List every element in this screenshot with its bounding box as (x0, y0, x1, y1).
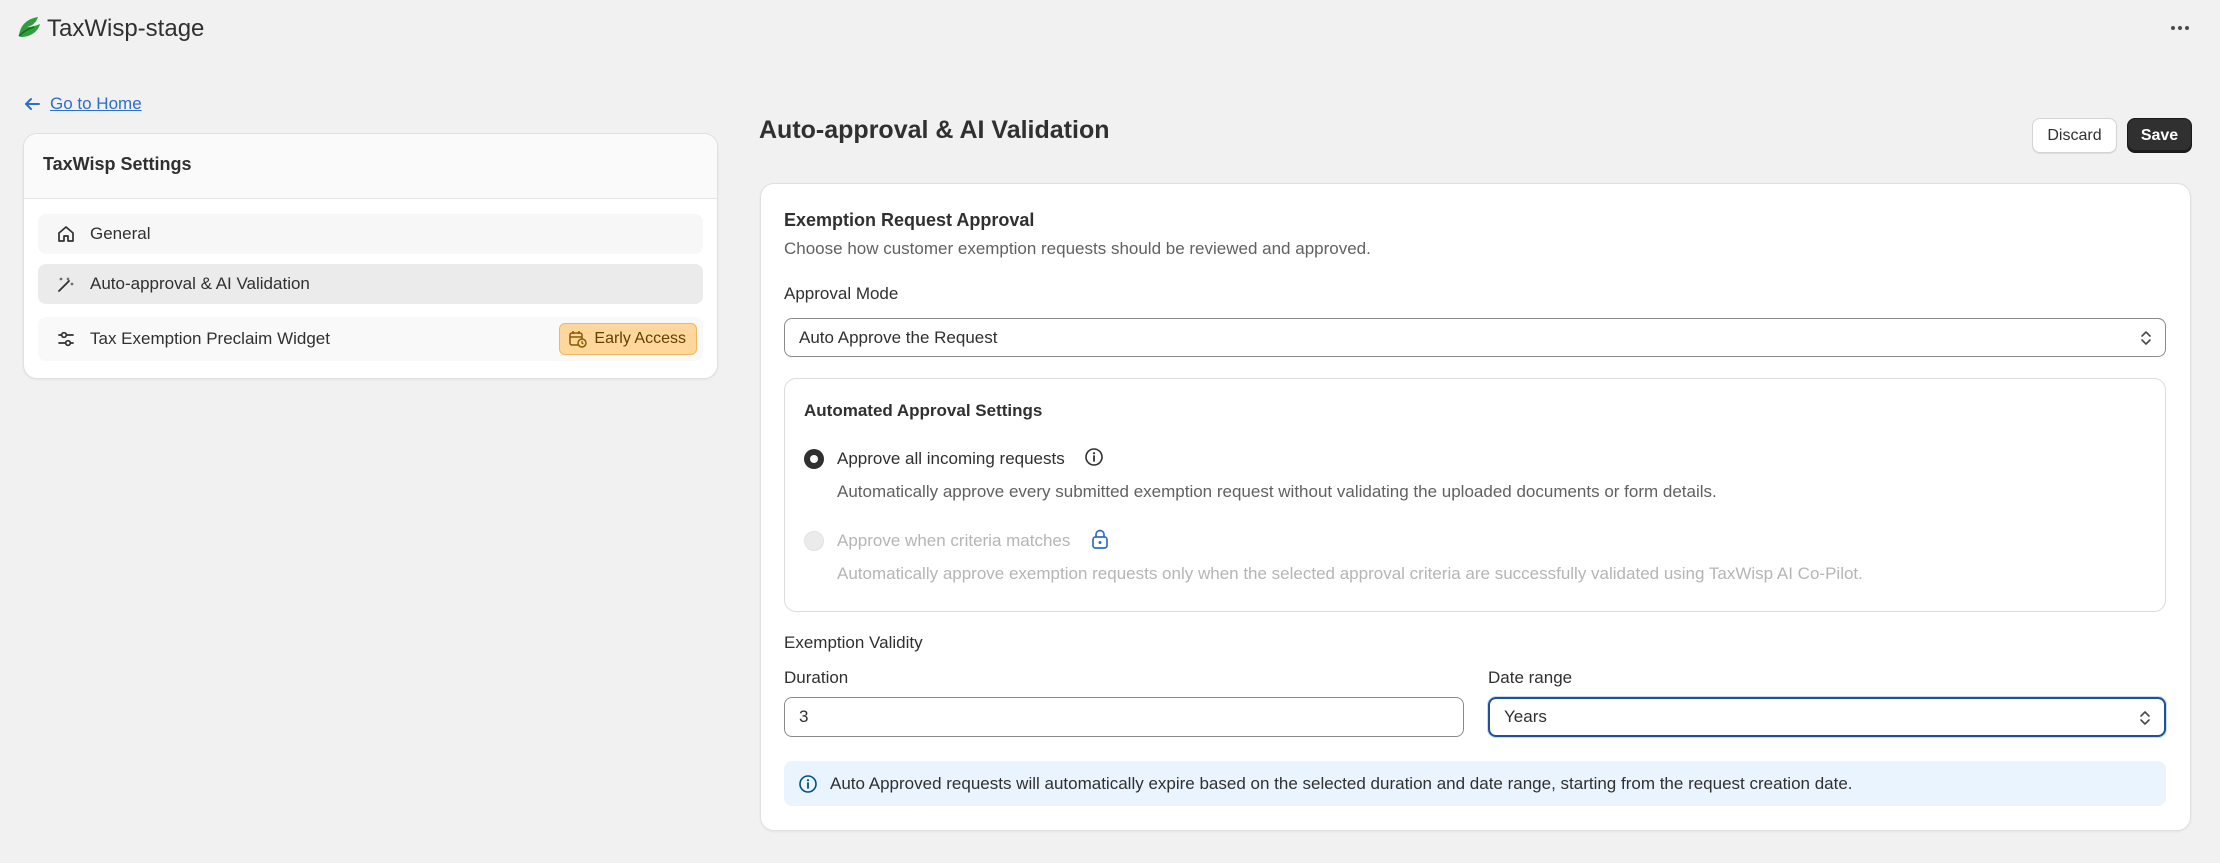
exemption-request-title: Exemption Request Approval (784, 210, 1035, 230)
approval-mode-label: Approval Mode (784, 284, 899, 303)
sidebar-item-general[interactable]: General (38, 214, 703, 254)
app-logo-icon (18, 17, 40, 37)
info-icon[interactable] (1084, 447, 1104, 467)
settings-sidebar: TaxWisp Settings General Auto-approval &… (23, 133, 718, 379)
calendar-clock-icon (569, 331, 588, 348)
sidebar-title: TaxWisp Settings (43, 154, 192, 174)
app-title: TaxWisp-stage (47, 15, 205, 42)
automated-approval-settings: Automated Approval Settings Approve all … (784, 378, 2166, 612)
save-button[interactable]: Save (2127, 118, 2192, 153)
select-chevron-icon (2140, 711, 2150, 725)
approval-mode-value: Auto Approve the Request (799, 327, 998, 347)
lock-icon (1092, 529, 1108, 549)
sidebar-item-label: General (90, 224, 151, 243)
approve-all-radio[interactable] (804, 449, 824, 469)
exemption-validity-title: Exemption Validity (784, 633, 923, 652)
approve-all-label[interactable]: Approve all incoming requests (837, 449, 1065, 469)
expiry-info-text: Auto Approved requests will automaticall… (830, 773, 1853, 793)
go-to-home-label[interactable]: Go to Home (50, 94, 142, 114)
approval-mode-select[interactable]: Auto Approve the Request (784, 318, 2166, 357)
early-access-label: Early Access (594, 330, 686, 347)
approve-all-description: Automatically approve every submitted ex… (837, 482, 1717, 501)
select-chevron-icon (2141, 331, 2151, 345)
expiry-info-banner: Auto Approved requests will automaticall… (784, 761, 2166, 806)
sliders-icon (56, 329, 76, 349)
sidebar-item-label: Tax Exemption Preclaim Widget (90, 329, 330, 348)
date-range-label: Date range (1488, 668, 1573, 687)
exemption-request-description: Choose how customer exemption requests s… (784, 239, 1371, 258)
sidebar-item-auto-approval[interactable]: Auto-approval & AI Validation (38, 264, 703, 304)
date-range-select[interactable]: Years (1488, 697, 2166, 737)
more-actions-icon[interactable] (2166, 16, 2194, 40)
sidebar-header: TaxWisp Settings (24, 134, 717, 199)
page-title: Auto-approval & AI Validation (759, 116, 1110, 144)
duration-label: Duration (784, 668, 849, 687)
date-range-value: Years (1504, 707, 1547, 726)
top-bar: TaxWisp-stage (0, 0, 2220, 58)
approve-criteria-description: Automatically approve exemption requests… (837, 564, 1863, 583)
approve-criteria-label: Approve when criteria matches (837, 531, 1071, 550)
sidebar-item-label: Auto-approval & AI Validation (90, 274, 310, 293)
early-access-badge: Early Access (559, 323, 697, 355)
home-icon (56, 224, 76, 244)
approval-settings-card: Exemption Request Approval Choose how cu… (760, 183, 2191, 831)
arrow-left-icon (25, 98, 40, 110)
go-to-home-link[interactable]: Go to Home (22, 92, 142, 116)
automated-approval-title: Automated Approval Settings (804, 401, 1043, 420)
info-icon (799, 774, 817, 793)
approve-criteria-radio[interactable] (804, 531, 824, 551)
duration-input[interactable] (784, 697, 1464, 737)
sidebar-item-preclaim-widget[interactable]: Tax Exemption Preclaim Widget Early Acce… (38, 317, 703, 361)
magic-wand-icon (56, 274, 76, 294)
discard-button[interactable]: Discard (2032, 118, 2117, 153)
